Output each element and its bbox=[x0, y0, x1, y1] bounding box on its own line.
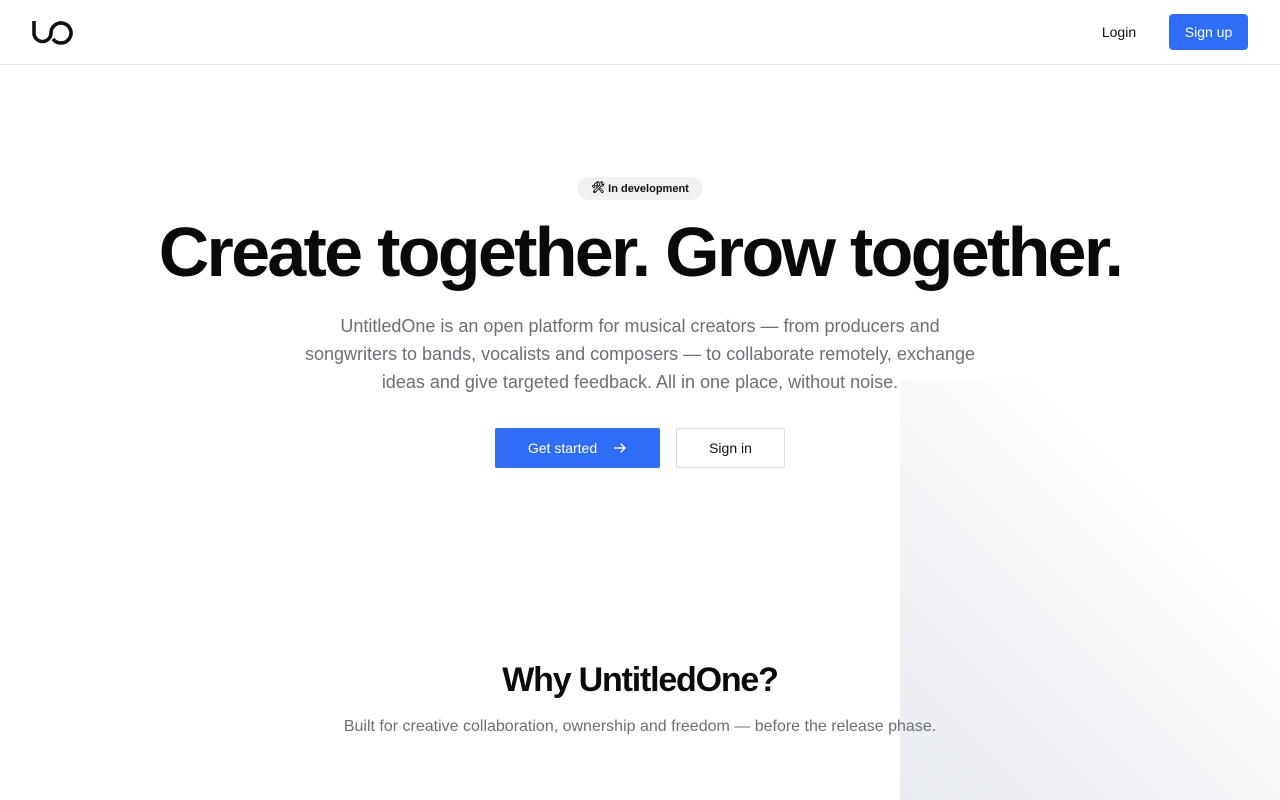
hero-description: UntitledOne is an open platform for musi… bbox=[305, 316, 975, 392]
why-section-subtitle: Built for creative collaboration, owners… bbox=[343, 718, 937, 735]
arrow-right-icon bbox=[614, 443, 626, 453]
landing-page: Login Sign up 🛠 In development Create to… bbox=[0, 0, 1280, 800]
get-started-label: Get started bbox=[527, 440, 598, 456]
hero-title: Create together. Grow together. bbox=[158, 213, 1124, 291]
get-started-button[interactable]: Get started bbox=[495, 428, 660, 468]
status-badge: 🛠 In development bbox=[577, 177, 703, 200]
signup-button[interactable]: Sign up bbox=[1169, 14, 1248, 50]
untitledone-logo-icon[interactable] bbox=[31, 18, 73, 46]
top-nav: Login Sign up bbox=[0, 0, 1280, 65]
sign-in-button[interactable]: Sign in bbox=[676, 428, 785, 468]
badge-label: In development bbox=[608, 182, 689, 195]
login-link[interactable]: Login bbox=[1088, 14, 1150, 50]
why-section-title: Why UntitledOne? bbox=[502, 661, 779, 699]
hammer-wrench-icon: 🛠 bbox=[591, 182, 606, 194]
